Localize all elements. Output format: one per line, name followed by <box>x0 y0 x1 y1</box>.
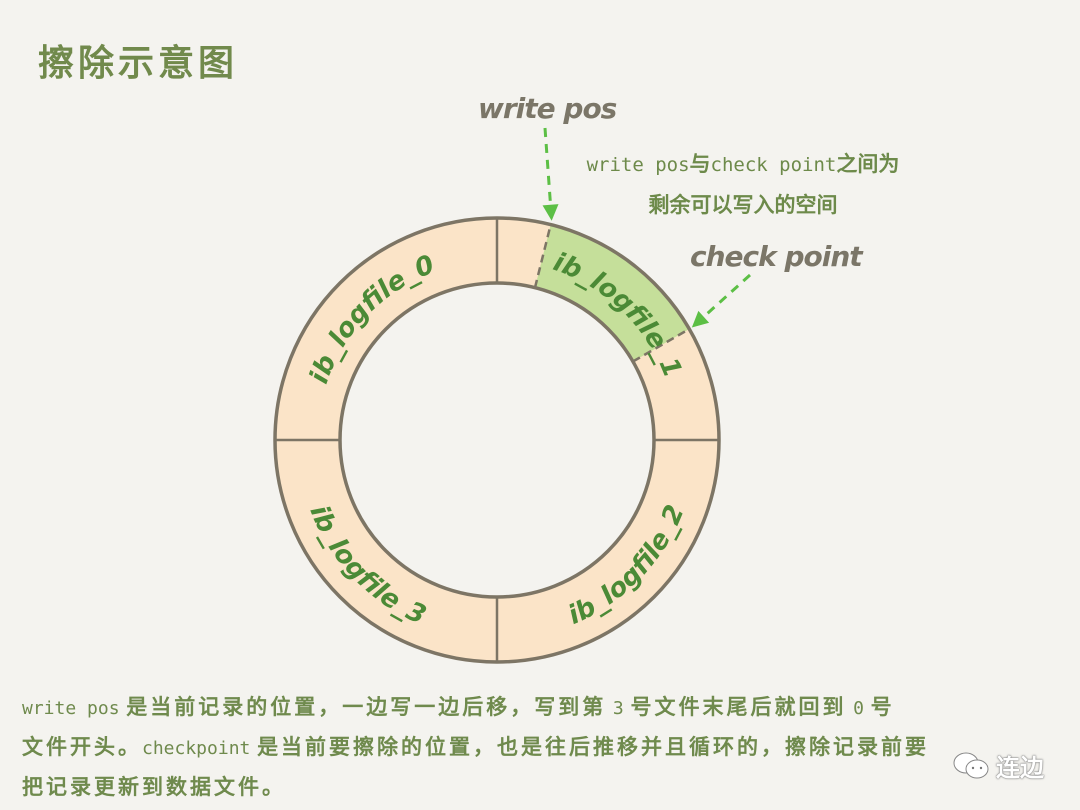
desc-checkpoint: checkpoint <box>142 738 251 759</box>
desc-text-2a: 文件开头。 <box>22 735 142 759</box>
description: write pos 是当前记录的位置，一边写一边后移，写到第 3 号文件末尾后就… <box>22 688 1062 807</box>
desc-num-0: 0 <box>853 698 864 719</box>
desc-text-1b: 号文件末尾后就回到 <box>630 695 847 719</box>
write-pos-arrow <box>542 127 559 221</box>
desc-text-1a: 是当前记录的位置，一边写一边后移，写到第 <box>126 695 607 719</box>
description-line-1: write pos 是当前记录的位置，一边写一边后移，写到第 3 号文件末尾后就… <box>22 688 1062 728</box>
desc-text-2b: 是当前要擦除的位置，也是往后推移并且循环的，擦除记录前要 <box>257 735 930 759</box>
wechat-icon <box>953 752 989 778</box>
desc-text-3: 把记录更新到数据文件。 <box>22 775 286 799</box>
description-line-2: 文件开头。checkpoint 是当前要擦除的位置，也是往后推移并且循环的，擦除… <box>22 728 1062 768</box>
watermark-text: 连边 <box>996 754 1044 782</box>
description-line-3: 把记录更新到数据文件。 <box>22 768 1062 807</box>
watermark: 连边 <box>952 748 1044 783</box>
check-point-arrow <box>691 273 752 328</box>
desc-num-3: 3 <box>612 698 624 719</box>
desc-write-pos: write pos <box>22 698 120 719</box>
desc-text-1c: 号 <box>870 695 895 719</box>
ring-inner-border <box>338 281 656 599</box>
